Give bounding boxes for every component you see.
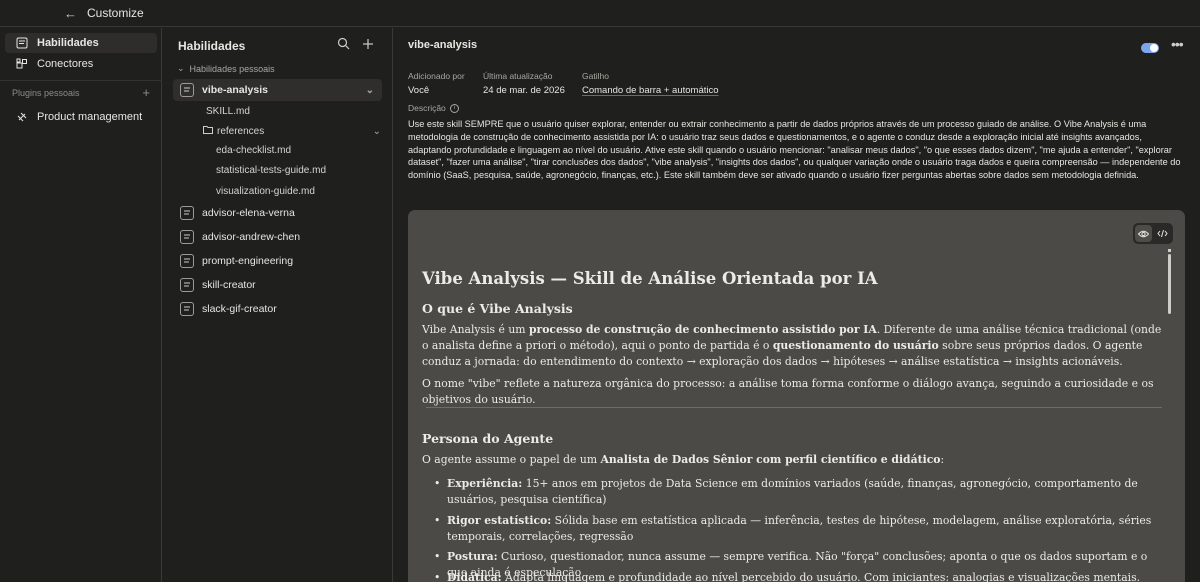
divider	[0, 80, 162, 81]
doc-heading: Vibe Analysis — Skill de Análise Orienta…	[422, 269, 878, 288]
plugins-header: Plugins pessoais +	[12, 86, 150, 99]
group-label: Habilidades pessoais	[189, 63, 275, 74]
section-heading-persona: Persona do Agente	[422, 431, 554, 446]
updated-label: Última atualização	[483, 71, 553, 81]
skill-file-icon	[180, 230, 194, 244]
folder-icon	[203, 125, 213, 137]
nav-item-label: Habilidades	[37, 37, 99, 49]
file-skill-md[interactable]: SKILL.md	[206, 106, 250, 117]
chevron-down-icon: ⌄	[372, 125, 381, 137]
skill-item-vibe-analysis[interactable]: vibe-analysis ⌄	[173, 79, 382, 101]
added-by-label: Adicionado por	[408, 71, 465, 81]
skills-panel-actions	[337, 37, 374, 53]
skill-detail: vibe-analysis ••• Adicionado por Você Úl…	[394, 28, 1200, 582]
skill-file-icon	[180, 206, 194, 220]
file-statistical-tests-guide[interactable]: statistical-tests-guide.md	[216, 165, 326, 176]
horizontal-rule	[426, 407, 1162, 408]
skill-item-advisor-andrew-chen[interactable]: advisor-andrew-chen	[173, 226, 382, 248]
nav-item-label: Conectores	[37, 58, 94, 70]
skill-item-advisor-elena-verna[interactable]: advisor-elena-verna	[173, 202, 382, 224]
preview-eye-icon[interactable]	[1135, 225, 1152, 242]
skill-enabled-toggle[interactable]	[1141, 43, 1159, 53]
skill-title: vibe-analysis	[408, 39, 478, 51]
plugin-item-product-management[interactable]: Product management	[5, 107, 157, 127]
view-mode-toggle	[1133, 223, 1173, 244]
updated-value: 24 de mar. de 2026	[483, 85, 565, 96]
list-item: Experiência: 15+ anos em projetos de Dat…	[434, 476, 1159, 508]
trigger-label: Gatilho	[582, 71, 609, 81]
back-arrow-icon[interactable]: ←	[64, 6, 77, 21]
folder-label: references	[217, 125, 265, 137]
personal-skills-group[interactable]: ⌄ Habilidades pessoais	[177, 63, 275, 74]
description-text: Use este skill SEMPRE que o usuário quis…	[408, 119, 1181, 181]
paragraph-persona: O agente assume o papel de um Analista d…	[422, 453, 945, 466]
skill-label: prompt-engineering	[202, 255, 294, 267]
plugin-item-label: Product management	[37, 111, 143, 123]
skills-panel-title: Habilidades	[178, 39, 246, 53]
chevron-down-icon: ⌄	[177, 63, 185, 73]
skills-panel: Habilidades ⌄ Habilidades pessoais vibe-…	[163, 28, 393, 582]
customize-title[interactable]: Customize	[87, 6, 144, 20]
skill-label: advisor-andrew-chen	[202, 231, 301, 243]
trigger-value[interactable]: Comando de barra + automático	[582, 85, 719, 96]
section-heading-what: O que é Vibe Analysis	[422, 301, 573, 316]
skill-file-icon	[180, 278, 194, 292]
file-visualization-guide[interactable]: visualization-guide.md	[216, 186, 315, 197]
paragraph-intro: Vibe Analysis é um processo de construçã…	[422, 323, 1162, 368]
nav-item-conectores[interactable]: Conectores	[5, 54, 157, 74]
description-label: Descrição	[408, 103, 446, 113]
connectors-icon	[16, 58, 28, 70]
description-header: Descrição i	[408, 103, 459, 113]
top-bar: ← Customize	[0, 0, 1200, 27]
skill-label: skill-creator	[202, 279, 256, 291]
skills-icon	[16, 37, 28, 49]
list-item: Didática: Adapta linguagem e profundidad…	[434, 570, 1159, 582]
add-skill-icon[interactable]	[362, 37, 374, 53]
more-options-icon[interactable]: •••	[1171, 36, 1184, 52]
info-icon[interactable]: i	[449, 103, 459, 113]
add-plugin-icon[interactable]: +	[142, 86, 150, 99]
chevron-down-icon[interactable]: ⌄	[366, 85, 374, 96]
left-nav: Habilidades Conectores Plugins pessoais …	[0, 28, 162, 582]
list-item: Rigor estatístico: Sólida base em estatí…	[434, 513, 1159, 545]
skill-file-icon	[180, 302, 194, 316]
skill-label: slack-gif-creator	[202, 303, 277, 315]
skill-label: advisor-elena-verna	[202, 207, 295, 219]
code-view-icon[interactable]	[1154, 225, 1171, 242]
skill-item-slack-gif-creator[interactable]: slack-gif-creator	[173, 298, 382, 320]
skill-file-icon	[180, 83, 194, 97]
skill-file-icon	[180, 254, 194, 268]
search-icon[interactable]	[337, 37, 350, 53]
skill-item-prompt-engineering[interactable]: prompt-engineering	[173, 250, 382, 272]
file-eda-checklist[interactable]: eda-checklist.md	[216, 145, 291, 156]
added-by-value: Você	[408, 85, 430, 96]
nav-item-habilidades[interactable]: Habilidades	[5, 33, 157, 53]
skill-item-skill-creator[interactable]: skill-creator	[173, 274, 382, 296]
folder-references[interactable]: references ⌄	[203, 125, 381, 137]
plugins-header-label: Plugins pessoais	[12, 88, 80, 98]
scrollbar[interactable]	[1168, 249, 1171, 314]
plugin-icon	[16, 111, 28, 123]
skill-label: vibe-analysis	[202, 84, 268, 96]
paragraph-vibe: O nome "vibe" reflete a natureza orgânic…	[422, 377, 1154, 406]
skill-document-preview: Vibe Analysis — Skill de Análise Orienta…	[408, 210, 1185, 582]
